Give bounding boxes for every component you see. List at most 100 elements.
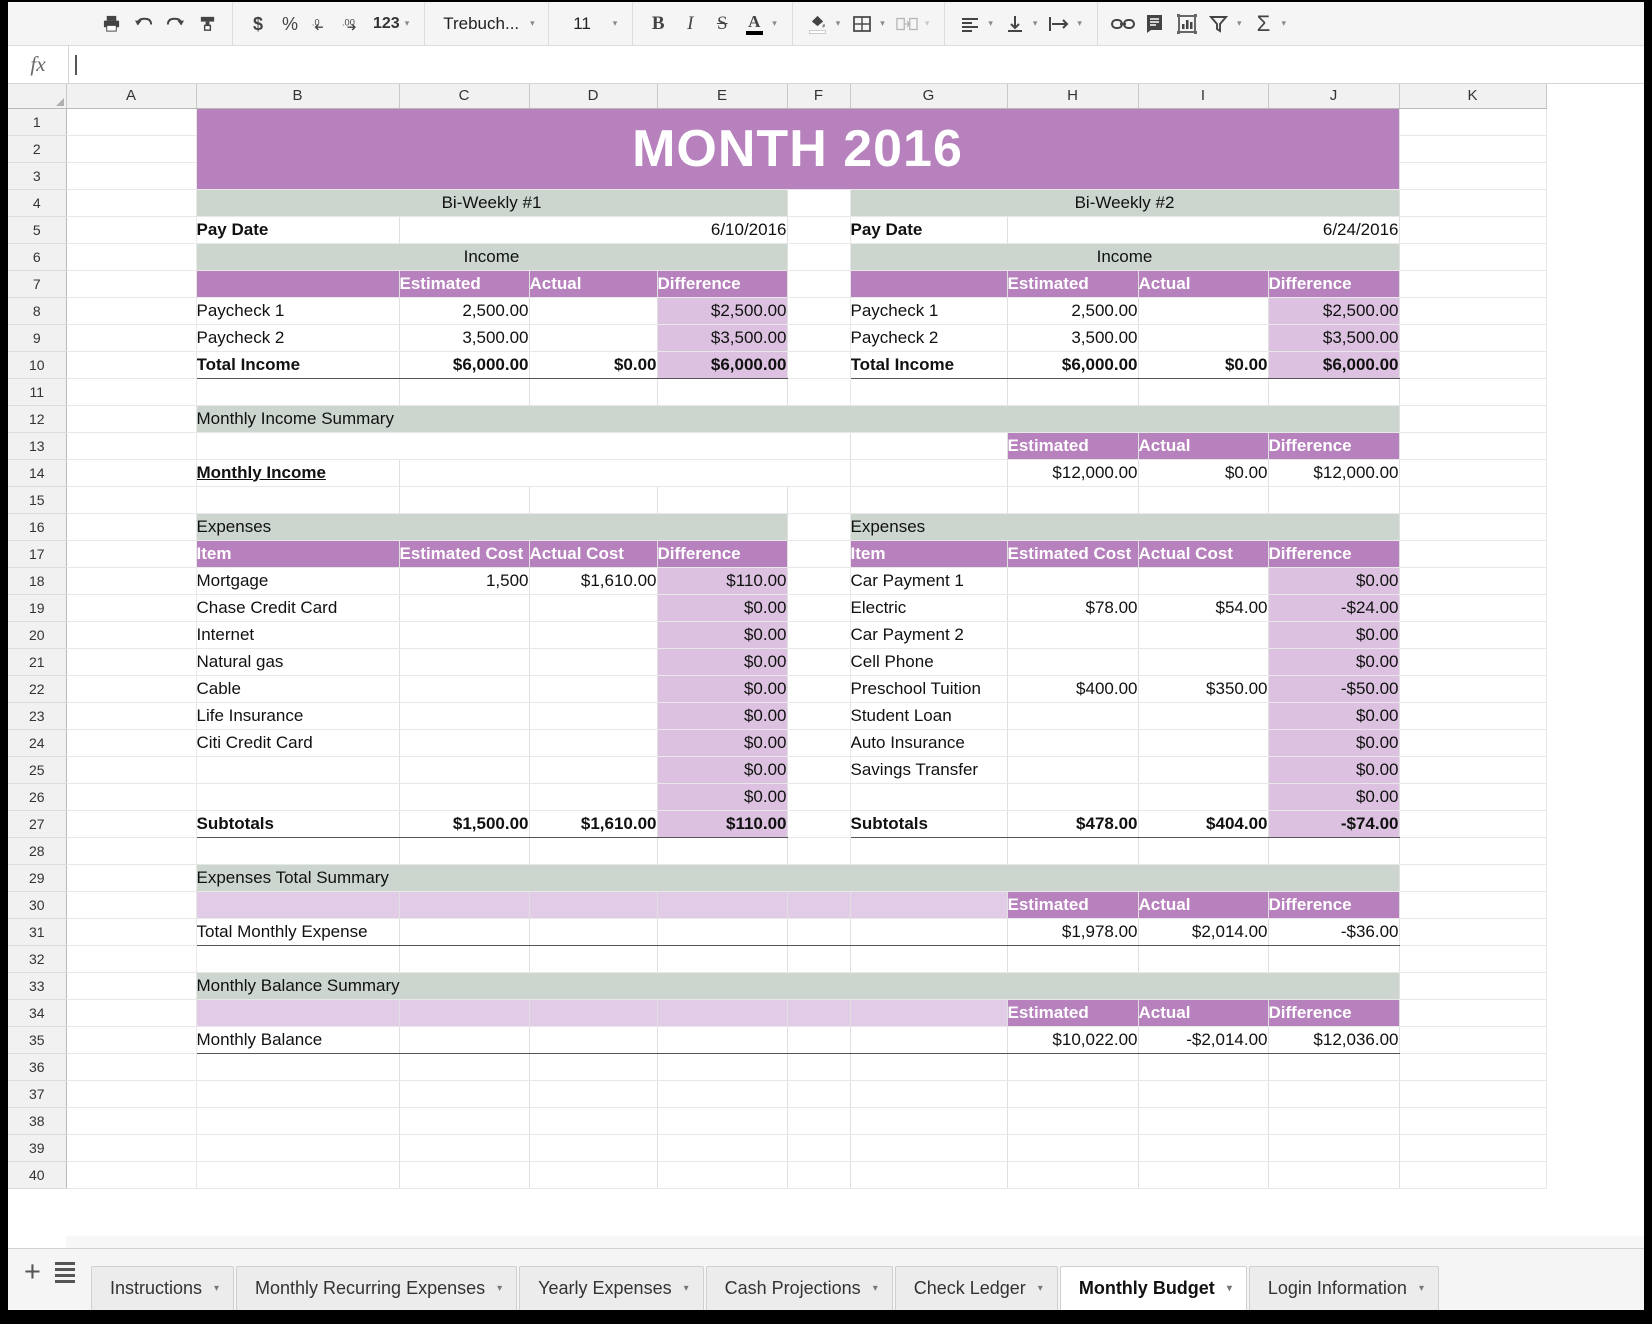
right-income-header-estimated[interactable]: Estimated — [1007, 270, 1138, 297]
right-expense-act-8[interactable] — [1138, 783, 1268, 810]
cell-K8[interactable] — [1399, 297, 1546, 324]
cell-H15[interactable] — [1007, 486, 1138, 513]
cell-H40[interactable] — [1007, 1161, 1138, 1188]
cell-F20[interactable] — [787, 621, 850, 648]
right-pay-date-label[interactable]: Pay Date — [850, 216, 1007, 243]
left-expense-item-3[interactable]: Natural gas — [196, 648, 399, 675]
mbs-header-difference[interactable]: Difference — [1268, 999, 1399, 1026]
mis-header-actual[interactable]: Actual — [1138, 432, 1268, 459]
cell-A5[interactable] — [66, 216, 196, 243]
cell-A4[interactable] — [66, 189, 196, 216]
right-expense-diff-0[interactable]: $0.00 — [1268, 567, 1399, 594]
left-expense-item-6[interactable]: Citi Credit Card — [196, 729, 399, 756]
left-expense-act-4[interactable] — [529, 675, 657, 702]
row-header-38[interactable]: 38 — [8, 1107, 66, 1134]
cell-E28[interactable] — [657, 837, 787, 864]
row-header-26[interactable]: 26 — [8, 783, 66, 810]
row-header-14[interactable]: 14 — [8, 459, 66, 486]
cell-A18[interactable] — [66, 567, 196, 594]
text-color-chevron-down-icon[interactable]: ▾ — [771, 19, 782, 28]
left-income-item-0[interactable]: Paycheck 1 — [196, 297, 399, 324]
text-color-button[interactable]: A — [739, 9, 769, 39]
right-expense-header-difference[interactable]: Difference — [1268, 540, 1399, 567]
formula-input[interactable] — [68, 46, 1644, 83]
print-icon[interactable] — [96, 9, 126, 39]
left-expense-header-estimated[interactable]: Estimated Cost — [399, 540, 529, 567]
functions-chevron-down-icon[interactable]: ▾ — [1280, 19, 1291, 28]
left-subtotals-label[interactable]: Subtotals — [196, 810, 399, 837]
right-expense-item-7[interactable]: Savings Transfer — [850, 756, 1007, 783]
cell-K2[interactable] — [1399, 135, 1546, 162]
row-header-16[interactable]: 16 — [8, 513, 66, 540]
cell-F32[interactable] — [787, 945, 850, 972]
cell-F11[interactable] — [787, 378, 850, 405]
right-income-header-blank[interactable] — [850, 270, 1007, 297]
right-expense-diff-3[interactable]: $0.00 — [1268, 648, 1399, 675]
row-header-17[interactable]: 17 — [8, 540, 66, 567]
currency-format-button[interactable]: $ — [243, 9, 273, 39]
row-header-2[interactable]: 2 — [8, 135, 66, 162]
cell-I37[interactable] — [1138, 1080, 1268, 1107]
cell-A39[interactable] — [66, 1134, 196, 1161]
cell-A33[interactable] — [66, 972, 196, 999]
cell-C40[interactable] — [399, 1161, 529, 1188]
left-subtotals-est[interactable]: $1,500.00 — [399, 810, 529, 837]
number-format-button[interactable]: 123 — [371, 15, 402, 33]
right-subtotals-est[interactable]: $478.00 — [1007, 810, 1138, 837]
sheet-tab-check-ledger[interactable]: Check Ledger ▾ — [895, 1266, 1058, 1310]
left-subtotals-diff[interactable]: $110.00 — [657, 810, 787, 837]
cell-B38[interactable] — [196, 1107, 399, 1134]
right-expense-diff-8[interactable]: $0.00 — [1268, 783, 1399, 810]
column-header-H[interactable]: H — [1007, 84, 1138, 108]
row-header-6[interactable]: 6 — [8, 243, 66, 270]
insert-comment-icon[interactable] — [1140, 9, 1170, 39]
cell-C28[interactable] — [399, 837, 529, 864]
left-expense-header-item[interactable]: Item — [196, 540, 399, 567]
text-wrap-icon[interactable] — [1044, 9, 1074, 39]
right-income-item-0[interactable]: Paycheck 1 — [850, 297, 1007, 324]
row-header-39[interactable]: 39 — [8, 1134, 66, 1161]
left-expense-diff-4[interactable]: $0.00 — [657, 675, 787, 702]
ets-header-actual[interactable]: Actual — [1138, 891, 1268, 918]
left-expense-diff-7[interactable]: $0.00 — [657, 756, 787, 783]
row-header-18[interactable]: 18 — [8, 567, 66, 594]
cell-F19[interactable] — [787, 594, 850, 621]
cell-I11[interactable] — [1138, 378, 1268, 405]
left-expense-est-7[interactable] — [399, 756, 529, 783]
cell-J40[interactable] — [1268, 1161, 1399, 1188]
insert-chart-icon[interactable] — [1172, 9, 1202, 39]
monthly-income-label[interactable]: Monthly Income — [196, 459, 399, 486]
right-expense-est-2[interactable] — [1007, 621, 1138, 648]
cell-E36[interactable] — [657, 1053, 787, 1080]
left-expense-item-1[interactable]: Chase Credit Card — [196, 594, 399, 621]
cell-F8[interactable] — [787, 297, 850, 324]
ets-header-difference[interactable]: Difference — [1268, 891, 1399, 918]
cell-D35[interactable] — [529, 1026, 657, 1053]
right-subtotals-diff[interactable]: -$74.00 — [1268, 810, 1399, 837]
cell-K29[interactable] — [1399, 864, 1546, 891]
cell-J39[interactable] — [1268, 1134, 1399, 1161]
right-expense-est-4[interactable]: $400.00 — [1007, 675, 1138, 702]
chevron-down-icon[interactable]: ▾ — [873, 1283, 878, 1294]
left-expense-act-5[interactable] — [529, 702, 657, 729]
cell-K19[interactable] — [1399, 594, 1546, 621]
cell-F39[interactable] — [787, 1134, 850, 1161]
cell-A16[interactable] — [66, 513, 196, 540]
right-income-header-difference[interactable]: Difference — [1268, 270, 1399, 297]
cell-I28[interactable] — [1138, 837, 1268, 864]
right-expense-diff-6[interactable]: $0.00 — [1268, 729, 1399, 756]
cell-F26[interactable] — [787, 783, 850, 810]
right-expense-item-6[interactable]: Auto Insurance — [850, 729, 1007, 756]
left-pay-date-value[interactable]: 6/10/2016 — [399, 216, 787, 243]
left-expense-est-3[interactable] — [399, 648, 529, 675]
cell-B11[interactable] — [196, 378, 399, 405]
left-expense-item-2[interactable]: Internet — [196, 621, 399, 648]
cell-C35[interactable] — [399, 1026, 529, 1053]
column-header-G[interactable]: G — [850, 84, 1007, 108]
bold-button[interactable]: B — [643, 9, 673, 39]
left-expense-est-2[interactable] — [399, 621, 529, 648]
horizontal-scrollbar[interactable] — [66, 1236, 1644, 1248]
left-expense-item-7[interactable] — [196, 756, 399, 783]
cell-E15[interactable] — [657, 486, 787, 513]
monthly-income-summary-label[interactable]: Monthly Income Summary — [196, 405, 1399, 432]
